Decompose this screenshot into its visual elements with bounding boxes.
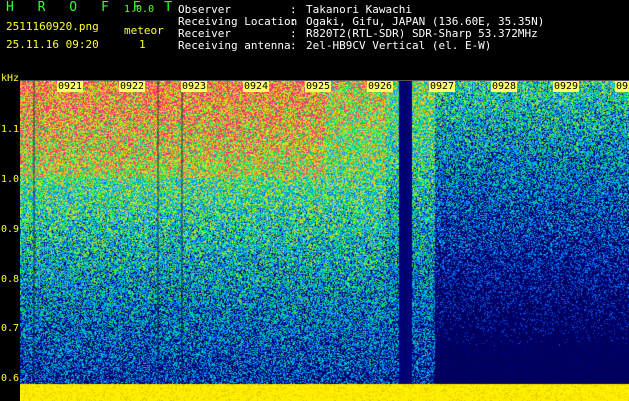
- timestamp: 25.11.16 09:20: [6, 38, 99, 51]
- spectrogram-canvas: [20, 81, 629, 401]
- app-version: 1.0.0: [124, 4, 155, 15]
- y-tick-label: 0.6: [1, 373, 20, 384]
- x-tick-label: 0930: [615, 81, 629, 92]
- info-colon: :: [290, 39, 297, 52]
- y-tick-label: 0.9: [1, 224, 20, 235]
- x-tick-label: 0923: [181, 81, 208, 92]
- station-info: Observer : Takanori Kawachi Receiving Lo…: [178, 4, 628, 52]
- meteor-label: meteor: [124, 24, 164, 37]
- x-tick-label: 0929: [553, 81, 580, 92]
- info-row-antenna: Receiving antenna : 2el-HB9CV Vertical (…: [178, 40, 628, 52]
- x-tick-label: 0925: [305, 81, 332, 92]
- y-tick-label: 0.7: [1, 323, 20, 334]
- x-tick-label: 0921: [57, 81, 84, 92]
- meteor-count: 1: [139, 38, 146, 51]
- x-tick-label: 0926: [367, 81, 394, 92]
- x-tick-label: 0924: [243, 81, 270, 92]
- y-axis: 1.1 1.0 0.9 0.8 0.7 0.6: [0, 78, 20, 400]
- y-tick-label: 0.8: [1, 274, 20, 285]
- y-tick-label: 1.0: [1, 174, 20, 185]
- header-panel: H R O F F T 1.0.0 2511160920.png 25.11.1…: [0, 0, 629, 78]
- x-tick-label: 0927: [429, 81, 456, 92]
- y-tick-label: 1.1: [1, 124, 20, 135]
- x-tick-label: 0922: [119, 81, 146, 92]
- file-name: 2511160920.png: [6, 20, 99, 33]
- info-value: 2el-HB9CV Vertical (el. E-W): [306, 39, 492, 52]
- spectrogram: [20, 80, 629, 401]
- x-tick-label: 0928: [491, 81, 518, 92]
- info-key: Receiving antenna: [178, 39, 291, 52]
